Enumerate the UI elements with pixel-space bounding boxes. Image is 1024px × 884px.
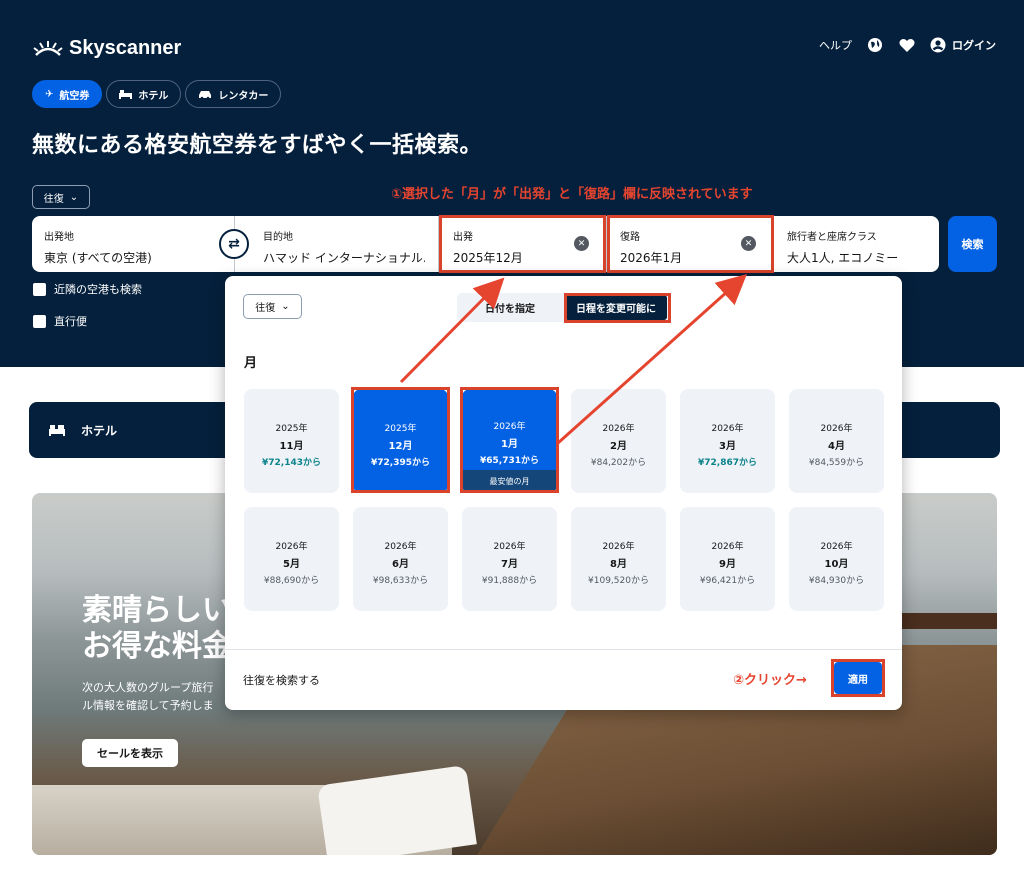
annotation-arrow: [556, 273, 747, 445]
annotation-arrows: [399, 273, 747, 445]
annotation-arrow: [399, 277, 505, 384]
